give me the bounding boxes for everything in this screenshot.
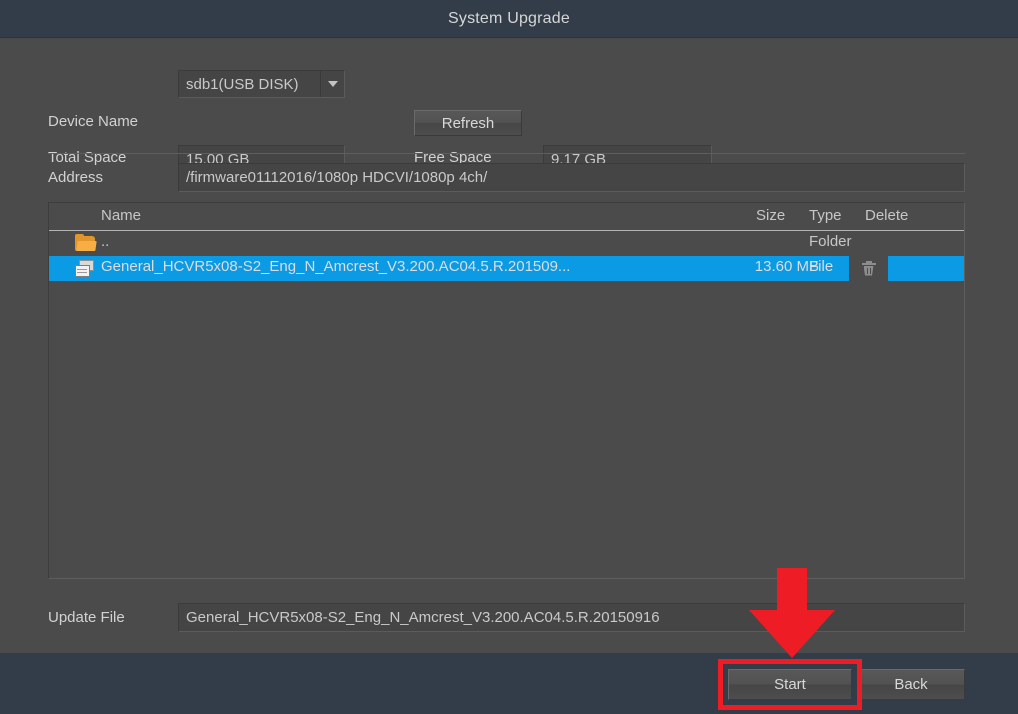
system-upgrade-panel: Device Name sdb1(USB DISK) Refresh Total…: [0, 39, 1018, 653]
device-name-label: Device Name: [48, 113, 139, 130]
folder-icon: [75, 234, 97, 251]
file-type: Folder: [809, 233, 852, 250]
section-divider: [48, 153, 965, 154]
trash-icon[interactable]: [861, 260, 876, 277]
file-type: File: [809, 258, 834, 275]
update-file-input[interactable]: General_HCVR5x08-S2_Eng_N_Amcrest_V3.200…: [178, 603, 965, 632]
file-size: 13.60 MB: [754, 258, 819, 275]
device-name-selected-value: sdb1(USB DISK): [186, 75, 299, 93]
device-name-select[interactable]: sdb1(USB DISK): [178, 70, 345, 98]
column-header-delete: Delete: [865, 207, 909, 224]
file-list-header: Name Size Type Delete: [49, 203, 964, 231]
table-row[interactable]: General_HCVR5x08-S2_Eng_N_Amcrest_V3.200…: [49, 256, 964, 281]
page-title: System Upgrade: [448, 9, 570, 27]
table-row[interactable]: .. Folder: [49, 231, 964, 256]
file-name: General_HCVR5x08-S2_Eng_N_Amcrest_V3.200…: [101, 258, 571, 275]
address-input[interactable]: /firmware01112016/1080p HDCVI/1080p 4ch/: [178, 163, 965, 192]
chevron-down-icon[interactable]: [320, 71, 344, 97]
back-button[interactable]: Back: [857, 669, 965, 700]
address-label: Address: [48, 169, 104, 186]
delete-cell[interactable]: [849, 256, 888, 281]
update-file-label: Update File: [48, 609, 125, 626]
start-button[interactable]: Start: [728, 669, 852, 700]
window-title-bar: System Upgrade: [0, 0, 1018, 38]
column-header-type: Type: [809, 207, 842, 224]
refresh-button[interactable]: Refresh: [414, 110, 522, 136]
file-icon: [75, 260, 95, 277]
file-browser-list[interactable]: Name Size Type Delete .. Folder General_…: [48, 202, 965, 579]
column-header-name: Name: [101, 207, 142, 224]
total-space-label: Total Space: [48, 149, 127, 166]
file-name: ..: [101, 233, 110, 250]
column-header-size: Size: [756, 207, 786, 224]
